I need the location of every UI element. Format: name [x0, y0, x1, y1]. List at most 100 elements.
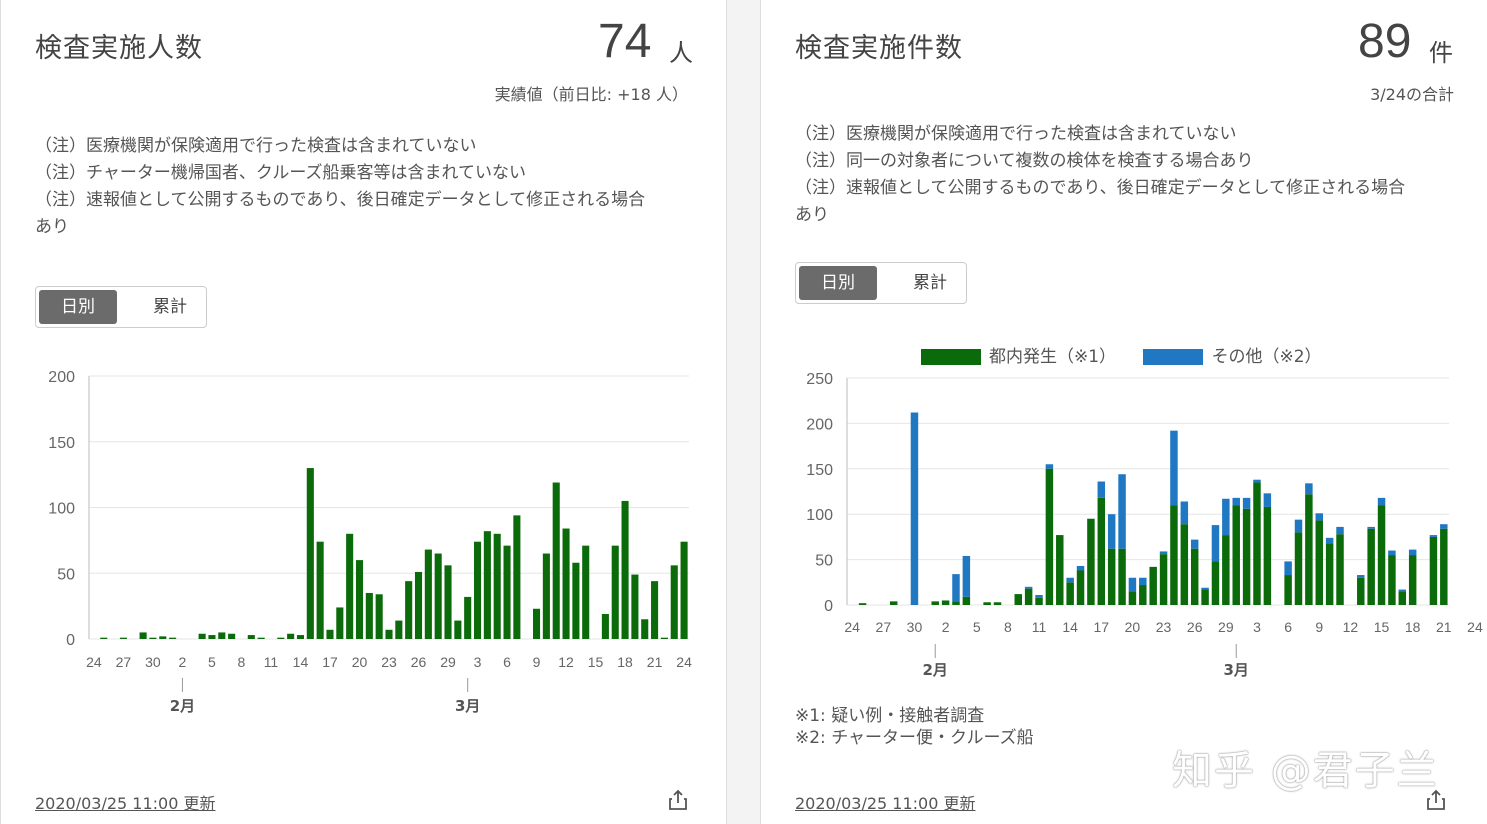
x-tick-label: 8	[238, 654, 246, 670]
bar	[1201, 589, 1209, 605]
bar	[1024, 586, 1033, 589]
bar	[858, 603, 867, 605]
bar	[228, 633, 236, 639]
x-tick-label: 26	[411, 654, 427, 670]
bar	[1211, 525, 1220, 562]
x-tick-label: 29	[440, 654, 456, 670]
bar	[1076, 570, 1085, 605]
bar	[952, 574, 960, 602]
bar	[1336, 534, 1344, 605]
bar	[1139, 577, 1147, 586]
notes: （注）医療機関が保険適用で行った検査は含まれていない （注）同一の対象者について…	[795, 121, 1405, 229]
bar	[1014, 594, 1022, 605]
bar	[493, 533, 501, 639]
bar	[159, 636, 167, 639]
y-tick-label: 150	[806, 462, 833, 479]
bar	[464, 596, 472, 639]
bar	[670, 565, 678, 639]
x-tick-label: 14	[293, 654, 309, 670]
bar	[1170, 430, 1178, 506]
bar	[1222, 535, 1230, 605]
bar	[346, 533, 354, 639]
bar	[198, 633, 206, 639]
bar	[1066, 577, 1074, 583]
big-number: 74	[598, 15, 652, 68]
bar	[582, 545, 590, 639]
note-line: （注）速報値として公開するものであり、後日確定データとして修正される場合	[35, 190, 646, 210]
count-stacked-bar-chart: 0 50 100 150 200 250 24 27 30 2 5 8 11 14 17 20 23 26 29 3 6…	[806, 371, 1483, 679]
bar	[1429, 536, 1438, 605]
bar	[1139, 585, 1147, 605]
big-number: 89	[1358, 15, 1412, 68]
bar	[1107, 514, 1116, 549]
bar	[473, 541, 482, 639]
bar	[1045, 464, 1054, 469]
share-icon[interactable]	[667, 789, 689, 811]
bar	[1242, 508, 1251, 605]
bar	[1398, 591, 1407, 605]
x-tick-label: 17	[322, 654, 338, 670]
bar	[1118, 548, 1126, 605]
people-bar-chart: 0 50 100 150 200 24 27 30 2 5 8 11 14 17 20 23 26 29 3 6 9 12…	[48, 369, 692, 715]
bar	[1440, 524, 1448, 529]
bar	[336, 607, 344, 639]
bar	[306, 468, 314, 639]
y-tick-label: 0	[66, 632, 75, 649]
x-tick-label: 24	[1467, 619, 1483, 635]
chart-legend: 都内発生（※1） その他（※2）	[921, 342, 1344, 367]
bar	[1097, 497, 1106, 605]
footnotes: ※1: 疑い例・接触者調査 ※2: チャーター便・クルーズ船	[795, 705, 1034, 749]
daily-toggle-button[interactable]: 日別	[799, 266, 877, 300]
x-tick-label: 2	[179, 654, 187, 670]
cumulative-toggle-button[interactable]: 累計	[891, 266, 969, 300]
bar	[1097, 481, 1106, 498]
bar	[1128, 577, 1137, 592]
x-tick-label: 18	[1405, 619, 1421, 635]
updated-link[interactable]: 2020/03/25 11:00 更新	[35, 790, 216, 814]
daily-toggle-button[interactable]: 日別	[39, 290, 117, 324]
y-tick-label: 100	[806, 507, 833, 524]
x-tick-label: 24	[844, 619, 860, 635]
updated-link[interactable]: 2020/03/25 11:00 更新	[795, 790, 976, 814]
bar	[365, 592, 373, 639]
bar	[1325, 537, 1334, 544]
bar	[247, 635, 255, 639]
bar	[483, 531, 491, 639]
x-tick-label: 3	[1253, 619, 1261, 635]
legend-label: その他（※2）	[1211, 347, 1322, 367]
x-tick-label: 11	[1032, 619, 1047, 635]
bar	[1440, 528, 1448, 605]
x-tick-label: 12	[558, 654, 574, 670]
x-tick-label: 17	[1094, 619, 1110, 635]
bar	[1056, 535, 1064, 605]
x-tick-label: 9	[1315, 619, 1323, 635]
bar	[1066, 582, 1074, 605]
bar	[316, 541, 324, 639]
x-tick-label: 24	[676, 654, 692, 670]
bar	[1201, 587, 1209, 590]
bar	[611, 545, 619, 639]
bar	[287, 633, 295, 639]
bar	[1253, 482, 1261, 605]
x-tick-label: 9	[533, 654, 541, 670]
bar	[1429, 535, 1438, 537]
bar	[208, 635, 216, 639]
x-tick-label: 8	[1004, 619, 1012, 635]
legend-swatch	[1143, 349, 1204, 365]
note-line: （注）同一の対象者について複数の検体を検査する場合あり	[795, 151, 1254, 171]
y-tick-label: 100	[48, 501, 75, 518]
bar	[1118, 474, 1126, 549]
daily-tests-count-card: 検査実施件数 89 件 3/24の合計 （注）医療機関が保険適用で行った検査は含…	[760, 0, 1487, 824]
cumulative-toggle-button[interactable]: 累計	[131, 290, 209, 324]
bar	[1035, 597, 1043, 605]
bar	[1357, 577, 1365, 605]
bar	[1087, 518, 1095, 605]
bar	[1232, 497, 1240, 506]
bar	[1408, 549, 1417, 556]
sub-value: 3/24の合計	[1370, 85, 1454, 104]
x-tick-label: 11	[264, 654, 279, 670]
card-title: 検査実施件数	[795, 33, 963, 64]
bar	[1190, 548, 1199, 605]
bar	[660, 637, 668, 639]
bar	[1263, 493, 1272, 507]
